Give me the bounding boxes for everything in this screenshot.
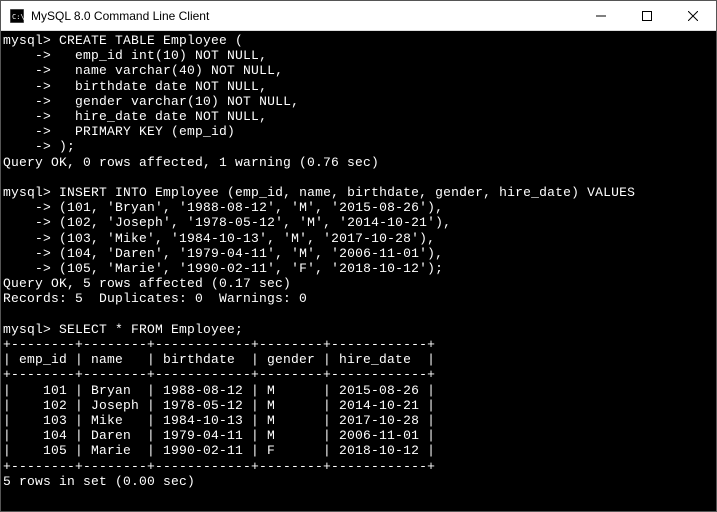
cont-arrow: -> — [3, 109, 51, 124]
cont-arrow: -> — [3, 246, 51, 261]
cont-arrow: -> — [3, 79, 51, 94]
create-col1: emp_id int(10) NOT NULL, — [59, 48, 267, 63]
create-col5: hire_date date NOT NULL, — [59, 109, 267, 124]
app-window: C:\ MySQL 8.0 Command Line Client mysql>… — [0, 0, 717, 512]
insert-result2: Records: 5 Duplicates: 0 Warnings: 0 — [3, 291, 307, 306]
create-col2: name varchar(40) NOT NULL, — [59, 63, 283, 78]
insert-result1: Query OK, 5 rows affected (0.17 sec) — [3, 276, 291, 291]
svg-text:C:\: C:\ — [12, 13, 24, 21]
minimize-button[interactable] — [578, 1, 624, 30]
table-border: +--------+--------+------------+--------… — [3, 367, 435, 382]
terminal-output[interactable]: mysql> CREATE TABLE Employee ( -> emp_id… — [1, 31, 716, 511]
insert-r3: (103, 'Mike', '1984-10-13', 'M', '2017-1… — [59, 231, 435, 246]
close-icon — [688, 11, 698, 21]
window-title: MySQL 8.0 Command Line Client — [31, 9, 578, 23]
table-header: | emp_id | name | birthdate | gender | h… — [3, 352, 435, 367]
insert-r4: (104, 'Daren', '1979-04-11', 'M', '2006-… — [59, 246, 443, 261]
create-col3: birthdate date NOT NULL, — [59, 79, 267, 94]
cont-arrow: -> — [3, 124, 51, 139]
table-row: | 103 | Mike | 1984-10-13 | M | 2017-10-… — [3, 413, 435, 428]
prompt: mysql> — [3, 185, 51, 200]
cont-arrow: -> — [3, 215, 51, 230]
create-col4: gender varchar(10) NOT NULL, — [59, 94, 299, 109]
cont-arrow: -> — [3, 261, 51, 276]
select-stmt: SELECT * FROM Employee; — [59, 322, 243, 337]
select-result: 5 rows in set (0.00 sec) — [3, 474, 195, 489]
close-button[interactable] — [670, 1, 716, 30]
insert-stmt-open: INSERT INTO Employee (emp_id, name, birt… — [59, 185, 635, 200]
prompt: mysql> — [3, 322, 51, 337]
cont-arrow: -> — [3, 94, 51, 109]
maximize-button[interactable] — [624, 1, 670, 30]
app-icon: C:\ — [9, 8, 25, 24]
table-row: | 102 | Joseph | 1978-05-12 | M | 2014-1… — [3, 398, 435, 413]
cont-arrow: -> — [3, 63, 51, 78]
minimize-icon — [596, 11, 606, 21]
titlebar[interactable]: C:\ MySQL 8.0 Command Line Client — [1, 1, 716, 31]
window-controls — [578, 1, 716, 30]
maximize-icon — [642, 11, 652, 21]
cont-arrow: -> — [3, 139, 51, 154]
prompt: mysql> — [3, 33, 51, 48]
insert-r2: (102, 'Joseph', '1978-05-12', 'M', '2014… — [59, 215, 451, 230]
cont-arrow: -> — [3, 48, 51, 63]
table-border: +--------+--------+------------+--------… — [3, 337, 435, 352]
create-stmt-open: CREATE TABLE Employee ( — [59, 33, 243, 48]
table-row: | 104 | Daren | 1979-04-11 | M | 2006-11… — [3, 428, 435, 443]
create-pk: PRIMARY KEY (emp_id) — [59, 124, 235, 139]
insert-r5: (105, 'Marie', '1990-02-11', 'F', '2018-… — [59, 261, 443, 276]
create-close: ); — [59, 139, 75, 154]
create-result: Query OK, 0 rows affected, 1 warning (0.… — [3, 155, 379, 170]
table-border: +--------+--------+------------+--------… — [3, 459, 435, 474]
cont-arrow: -> — [3, 200, 51, 215]
cont-arrow: -> — [3, 231, 51, 246]
insert-r1: (101, 'Bryan', '1988-08-12', 'M', '2015-… — [59, 200, 443, 215]
table-row: | 101 | Bryan | 1988-08-12 | M | 2015-08… — [3, 383, 435, 398]
table-row: | 105 | Marie | 1990-02-11 | F | 2018-10… — [3, 443, 435, 458]
